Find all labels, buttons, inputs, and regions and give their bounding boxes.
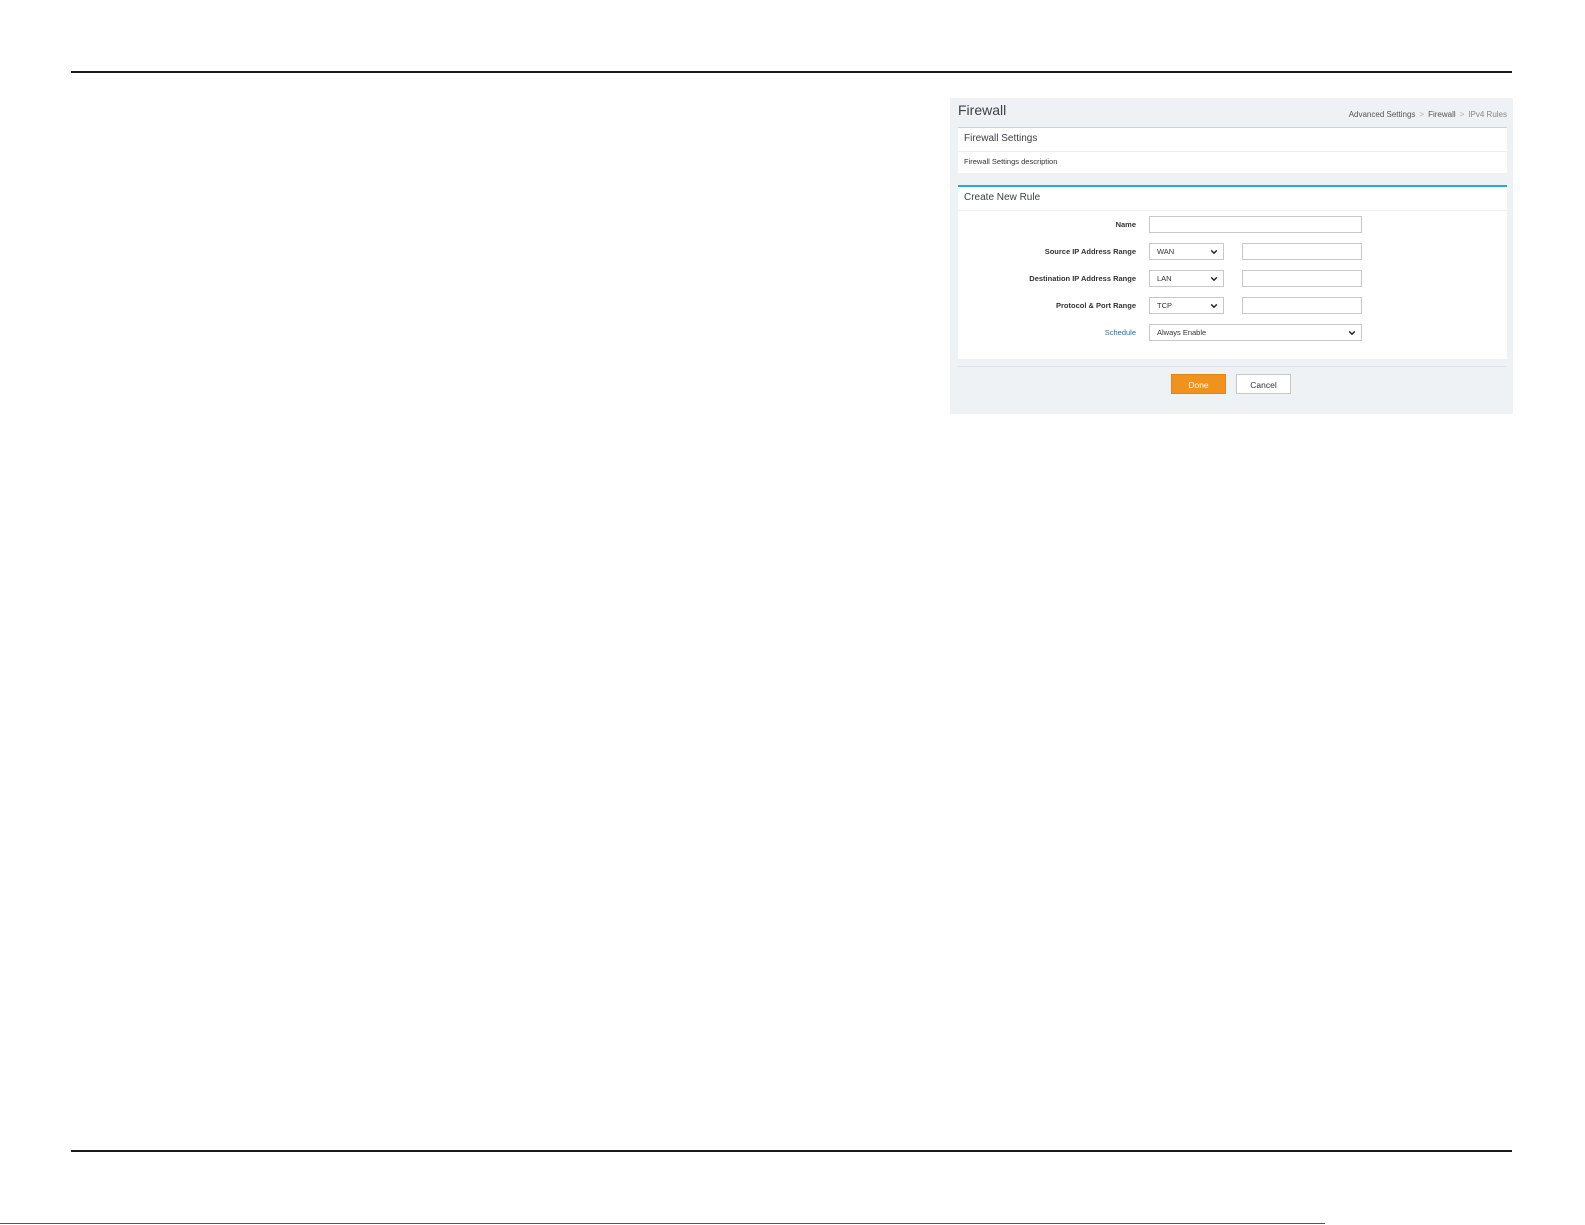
- footer-rule: [71, 1150, 1512, 1152]
- cancel-button[interactable]: Cancel: [1236, 374, 1291, 394]
- breadcrumb-separator: >: [1419, 110, 1425, 119]
- source-ip-select[interactable]: WAN: [1149, 243, 1224, 260]
- destination-ip-label: Destination IP Address Range: [1029, 274, 1136, 283]
- select-value: WAN: [1157, 247, 1175, 256]
- actions-divider: [958, 366, 1507, 367]
- breadcrumb-ipv4-rules: IPv4 Rules: [1468, 110, 1507, 119]
- name-input[interactable]: [1149, 216, 1362, 233]
- panel-title: Create New Rule: [964, 192, 1041, 203]
- firewall-settings-panel: Firewall Settings Firewall Settings desc…: [958, 127, 1507, 173]
- source-ip-range-input[interactable]: [1242, 243, 1362, 260]
- protocol-select[interactable]: TCP: [1149, 297, 1224, 314]
- select-value: TCP: [1157, 301, 1172, 310]
- create-rule-panel: Create New Rule Name Source IP Address R…: [958, 185, 1507, 359]
- chevron-down-icon: [1348, 330, 1356, 336]
- protocol-label: Protocol & Port Range: [1055, 301, 1136, 310]
- breadcrumb-firewall[interactable]: Firewall: [1428, 110, 1456, 119]
- chevron-down-icon: [1210, 276, 1218, 282]
- firewall-screenshot: Firewall Advanced Settings > Firewall > IPv4…: [950, 98, 1513, 414]
- source-ip-label: Source IP Address Range: [1044, 247, 1136, 256]
- header-rule: [71, 71, 1512, 73]
- page-bottom-line: [0, 1223, 1325, 1224]
- chevron-down-icon: [1210, 249, 1218, 255]
- breadcrumb: Advanced Settings > Firewall > IPv4 Rules: [1349, 110, 1507, 119]
- select-value: Always Enable: [1157, 328, 1207, 337]
- panel-description: Firewall Settings description: [964, 157, 1058, 166]
- panel-title: Firewall Settings: [964, 133, 1038, 144]
- destination-ip-select[interactable]: LAN: [1149, 270, 1224, 287]
- done-button[interactable]: Done: [1171, 374, 1226, 394]
- destination-ip-range-input[interactable]: [1242, 270, 1362, 287]
- page-title: Firewall: [958, 102, 1007, 118]
- schedule-select[interactable]: Always Enable: [1149, 324, 1362, 341]
- port-range-input[interactable]: [1242, 297, 1362, 314]
- page-header: Firewall Advanced Settings > Firewall > IPv4…: [958, 102, 1507, 124]
- name-label: Name: [1115, 220, 1136, 229]
- panel-divider: [958, 151, 1507, 152]
- chevron-down-icon: [1210, 303, 1218, 309]
- breadcrumb-advanced-settings[interactable]: Advanced Settings: [1349, 110, 1416, 119]
- select-value: LAN: [1157, 274, 1172, 283]
- breadcrumb-separator: >: [1459, 110, 1465, 119]
- document-page: Firewall Advanced Settings > Firewall > IPv4…: [0, 0, 1585, 1225]
- panel-divider: [958, 210, 1507, 211]
- schedule-link[interactable]: Schedule: [1105, 328, 1136, 337]
